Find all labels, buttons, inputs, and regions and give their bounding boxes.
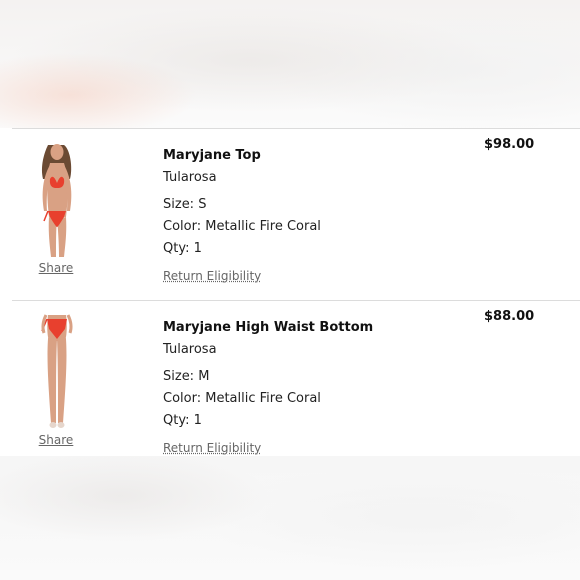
product-name[interactable]: Maryjane High Waist Bottom	[163, 320, 373, 335]
share-link[interactable]: Share	[28, 433, 84, 447]
return-eligibility-link[interactable]: Return Eligibility	[163, 269, 261, 283]
blurred-header-area	[0, 0, 580, 128]
product-qty: Qty: 1	[163, 413, 202, 428]
product-qty: Qty: 1	[163, 241, 202, 256]
blurred-footer-area	[0, 456, 580, 580]
return-eligibility-link[interactable]: Return Eligibility	[163, 441, 261, 455]
product-image-top[interactable]	[26, 139, 88, 259]
share-link[interactable]: Share	[28, 261, 84, 275]
product-brand: Tularosa	[163, 342, 217, 357]
product-color: Color: Metallic Fire Coral	[163, 391, 321, 406]
product-price: $98.00	[484, 137, 535, 152]
product-brand: Tularosa	[163, 170, 217, 185]
product-image-bottom[interactable]	[26, 311, 88, 431]
product-color: Color: Metallic Fire Coral	[163, 219, 321, 234]
product-price: $88.00	[484, 309, 535, 324]
product-size: Size: M	[163, 369, 210, 384]
cart-item-maryjane-bottom: Share Maryjane High Waist Bottom Tularos…	[0, 301, 580, 471]
product-size: Size: S	[163, 197, 207, 212]
product-name[interactable]: Maryjane Top	[163, 148, 261, 163]
cart-item-maryjane-top: Share Maryjane Top Tularosa Size: S Colo…	[0, 129, 580, 299]
